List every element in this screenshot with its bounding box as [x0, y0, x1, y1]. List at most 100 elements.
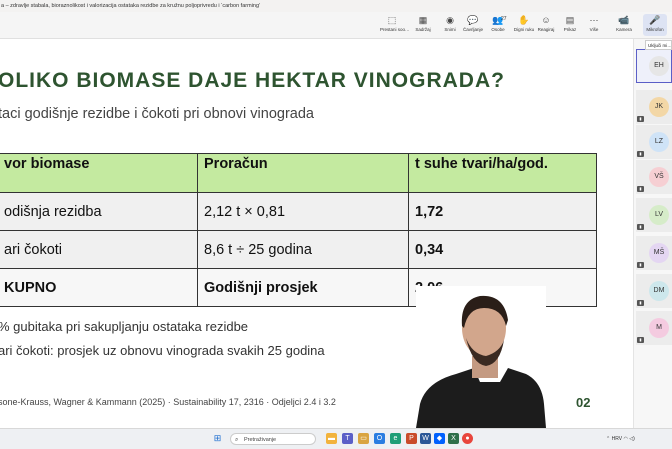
mic-tooltip: Uključi mi… — [645, 40, 672, 50]
share-screen-label: Prestani soo… — [380, 27, 410, 32]
participant-tile[interactable]: JK ▮ — [636, 90, 672, 124]
raise-hand-label: Digni ruku — [513, 27, 535, 32]
meeting-toolbar: ⬚ Prestani soo… ▦ Sadržaj ◉ Snimi 💬 Čavrljanje 👥… — [0, 12, 672, 39]
word-icon[interactable]: W — [420, 433, 431, 444]
participant-tile[interactable]: LV ▮ — [636, 198, 672, 232]
content-button[interactable]: ▦ Sadržaj — [411, 14, 435, 36]
presenter-silhouette-icon — [416, 295, 546, 428]
search-placeholder: Pretraživanje — [244, 437, 277, 443]
muted-mic-icon: ▮ — [637, 151, 644, 157]
muted-mic-icon: ▮ — [637, 300, 644, 306]
leave-stop-button[interactable]: ◉ Snimi — [438, 14, 462, 36]
raise-hand-icon: ✋ — [518, 15, 530, 25]
avatar: MŠ — [649, 243, 669, 263]
muted-mic-icon: ▮ — [637, 224, 644, 230]
windows-start-icon[interactable]: ⊞ — [212, 433, 223, 444]
wifi-icon[interactable]: ◠ — [623, 436, 627, 442]
participant-tile[interactable]: LZ ▮ — [636, 125, 672, 159]
react-label: Reagiraj — [537, 27, 555, 32]
more-button[interactable]: ⋯ Više — [582, 14, 606, 36]
table-cell: 2,12 t × 0,81 — [197, 192, 409, 231]
participant-tile[interactable]: MŠ ▮ — [636, 236, 672, 270]
table-header: t suhe tvari/ha/god. — [408, 153, 597, 193]
file-explorer-icon[interactable]: ▬ — [326, 433, 337, 444]
folder-icon[interactable]: ▭ — [358, 433, 369, 444]
mic-icon: 🎤 — [649, 15, 661, 25]
participant-tile[interactable]: M ▮ — [636, 311, 672, 345]
chrome-icon[interactable]: ● — [462, 433, 473, 444]
slide-bullet: % gubitaka pri sakupljanju ostataka rezi… — [0, 319, 249, 334]
chevron-up-icon[interactable]: ⌃ — [606, 436, 610, 442]
camera-icon: 📹 — [618, 15, 630, 25]
view-button[interactable]: ▤ Prikaz — [558, 14, 582, 36]
table-row: odišnja rezidba 2,12 t × 0,81 1,72 — [0, 192, 597, 231]
table-cell: KUPNO — [0, 268, 198, 307]
edge-icon[interactable]: e — [390, 433, 401, 444]
table-header: Proračun — [197, 153, 409, 193]
window-title-bar: a – zdravlje stabala, bioraznolikost i v… — [0, 0, 672, 12]
participant-tile[interactable]: VŠ ▮ — [636, 160, 672, 194]
muted-mic-icon: ▮ — [637, 337, 644, 343]
muted-mic-icon: ▮ — [637, 186, 644, 192]
taskbar-search-input[interactable]: ⌕ Pretraživanje — [230, 433, 316, 445]
muted-mic-icon: ▮ — [637, 116, 644, 122]
view-icon: ▤ — [565, 15, 575, 25]
people-button[interactable]: 👥 27 Osobe — [486, 14, 510, 36]
excel-icon[interactable]: X — [448, 433, 459, 444]
avatar: DM — [649, 281, 669, 301]
chat-button[interactable]: 💬 Čavrljanje — [461, 14, 485, 36]
window-title: a – zdravlje stabala, bioraznolikost i v… — [1, 3, 261, 9]
chat-label: Čavrljanje — [462, 27, 483, 32]
participant-tile[interactable]: DM ▮ — [636, 274, 672, 308]
table-cell: 8,6 t ÷ 25 godina — [197, 230, 409, 269]
avatar: JK — [649, 97, 669, 117]
mic-button[interactable]: 🎤 Mikrofon — [643, 14, 667, 36]
outlook-icon[interactable]: O — [374, 433, 385, 444]
avatar: LZ — [649, 132, 669, 152]
people-count-badge: 27 — [501, 16, 507, 22]
slide-number: 02 — [576, 395, 591, 410]
chat-icon: 💬 — [467, 15, 479, 25]
content-label: Sadržaj — [415, 27, 431, 32]
volume-icon[interactable]: ◁) — [629, 436, 635, 442]
presenter-video — [416, 286, 546, 428]
share-screen-icon: ⬚ — [387, 15, 397, 25]
table-row: ari čokoti 8,6 t ÷ 25 godina 0,34 — [0, 230, 597, 269]
react-icon: ☺ — [541, 15, 551, 25]
participant-tile[interactable]: EH — [636, 49, 672, 83]
avatar: EH — [649, 56, 669, 76]
react-button[interactable]: ☺ Reagiraj — [534, 14, 558, 36]
slide-reference: sone-Krauss, Wagner & Kammann (2025) · S… — [0, 397, 336, 407]
search-icon: ⌕ — [235, 437, 239, 443]
slide-subtitle: taci godišnje rezidbe i čokoti pri obnov… — [0, 106, 314, 122]
avatar: LV — [649, 205, 669, 225]
slide-bullet: ari čokoti: prosjek uz obnovu vinograda … — [0, 343, 325, 358]
leave-stop-label: Snimi — [444, 27, 456, 32]
table-header: vor biomase — [0, 153, 198, 193]
table-cell: 0,34 — [408, 230, 597, 269]
language-indicator[interactable]: HRV — [612, 436, 622, 442]
powerpoint-icon[interactable]: P — [406, 433, 417, 444]
raise-hand-button[interactable]: ✋ Digni ruku — [512, 14, 536, 36]
content-icon: ▦ — [418, 15, 428, 25]
people-label: Osobe — [491, 27, 505, 32]
mic-label: Mikrofon — [646, 27, 664, 32]
avatar: M — [649, 318, 669, 338]
table-cell: odišnja rezidba — [0, 192, 198, 231]
camera-button[interactable]: 📹 Kamera — [612, 14, 636, 36]
dropbox-icon[interactable]: ◆ — [434, 433, 445, 444]
table-cell: 1,72 — [408, 192, 597, 231]
slide-title: OLIKO BIOMASE DAJE HEKTAR VINOGRADA? — [0, 69, 505, 92]
windows-taskbar: ⊞ ⌕ Pretraživanje ▬ T ▭ O e P W ◆ X ● ⌃ … — [0, 428, 672, 449]
view-label: Prikaz — [563, 27, 577, 32]
teams-icon[interactable]: T — [342, 433, 353, 444]
more-label: Više — [589, 27, 599, 32]
muted-mic-icon: ▮ — [637, 262, 644, 268]
leave-stop-icon: ◉ — [446, 15, 454, 25]
more-icon: ⋯ — [589, 15, 599, 25]
system-tray: ⌃ HRV ◠ ◁) — [606, 429, 635, 449]
biomass-table: vor biomase Proračun t suhe tvari/ha/god… — [0, 153, 597, 307]
share-screen-button[interactable]: ⬚ Prestani soo… — [380, 14, 410, 36]
avatar: VŠ — [649, 167, 669, 187]
table-cell: Godišnji prosjek — [197, 268, 409, 307]
